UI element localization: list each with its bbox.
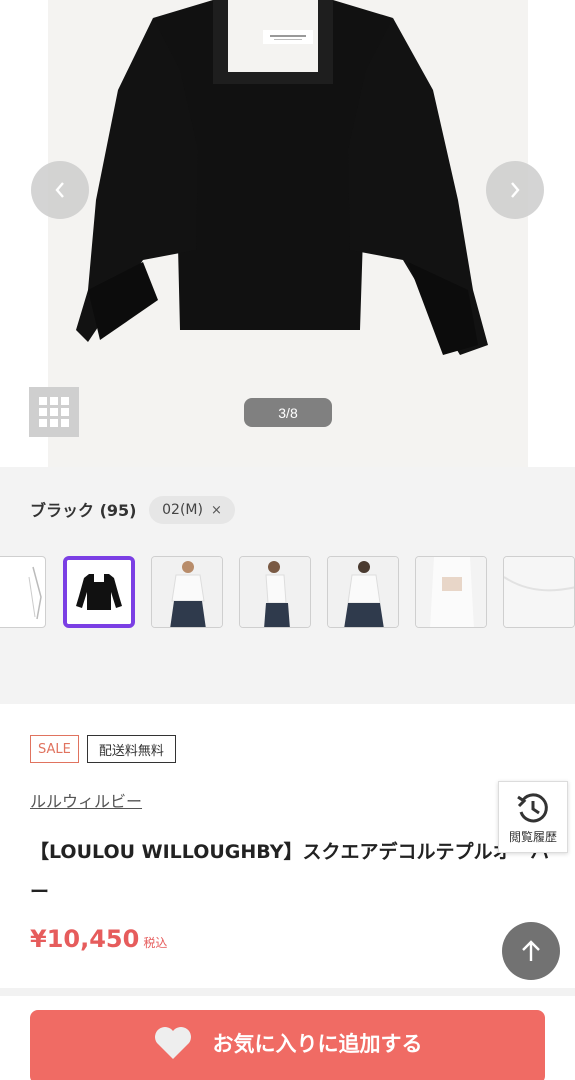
thumbnail[interactable] bbox=[239, 556, 311, 628]
badge-row: SALE 配送料無料 bbox=[30, 735, 176, 763]
thumbnail[interactable] bbox=[151, 556, 223, 628]
scroll-top-button[interactable] bbox=[502, 922, 560, 980]
tax-label: 税込 bbox=[143, 936, 168, 950]
gallery-next-button[interactable] bbox=[486, 161, 544, 219]
history-label: 閲覧履歴 bbox=[508, 829, 557, 844]
product-image-gallery[interactable]: 3/8 bbox=[0, 0, 575, 467]
product-title: 【LOULOU WILLOUGHBY】スクエアデコルテプルオーバー bbox=[30, 841, 550, 903]
grid-icon bbox=[39, 397, 69, 427]
history-icon bbox=[517, 792, 548, 822]
gallery-prev-button[interactable] bbox=[31, 161, 89, 219]
brand-link[interactable]: ルルウィルビー bbox=[30, 788, 142, 812]
variant-selector: ブラック (95) 02(M) × bbox=[0, 467, 575, 704]
close-icon[interactable]: × bbox=[211, 503, 222, 518]
size-chip[interactable]: 02(M) × bbox=[149, 496, 235, 524]
chevron-left-icon bbox=[55, 182, 64, 198]
product-photo bbox=[48, 0, 528, 467]
arrow-up-icon bbox=[522, 940, 540, 961]
thumbnail[interactable] bbox=[503, 556, 575, 628]
free-shipping-badge: 配送料無料 bbox=[86, 735, 176, 763]
chevron-right-icon bbox=[511, 182, 520, 198]
thumbnail[interactable] bbox=[415, 556, 487, 628]
thumbnail[interactable] bbox=[0, 556, 46, 628]
price: ¥10,450 税込 bbox=[30, 925, 167, 953]
sale-badge: SALE bbox=[30, 735, 79, 763]
favorite-label: お気に入りに追加する bbox=[212, 1032, 423, 1056]
add-to-favorites-button[interactable]: お気に入りに追加する bbox=[30, 1010, 545, 1080]
section-divider bbox=[0, 988, 575, 996]
browsing-history-button[interactable]: 閲覧履歴 bbox=[498, 781, 568, 853]
heart-icon bbox=[154, 1027, 191, 1059]
price-value: ¥10,450 bbox=[30, 925, 140, 953]
thumbnail-selected[interactable] bbox=[63, 556, 135, 628]
thumbnail[interactable] bbox=[327, 556, 399, 628]
gallery-grid-button[interactable] bbox=[29, 387, 79, 437]
thumbnail-strip[interactable] bbox=[0, 554, 575, 630]
black-sweater-image bbox=[76, 0, 488, 355]
size-chip-label: 02(M) bbox=[162, 502, 203, 518]
image-counter: 3/8 bbox=[244, 398, 332, 427]
color-label: ブラック (95) bbox=[30, 501, 137, 520]
